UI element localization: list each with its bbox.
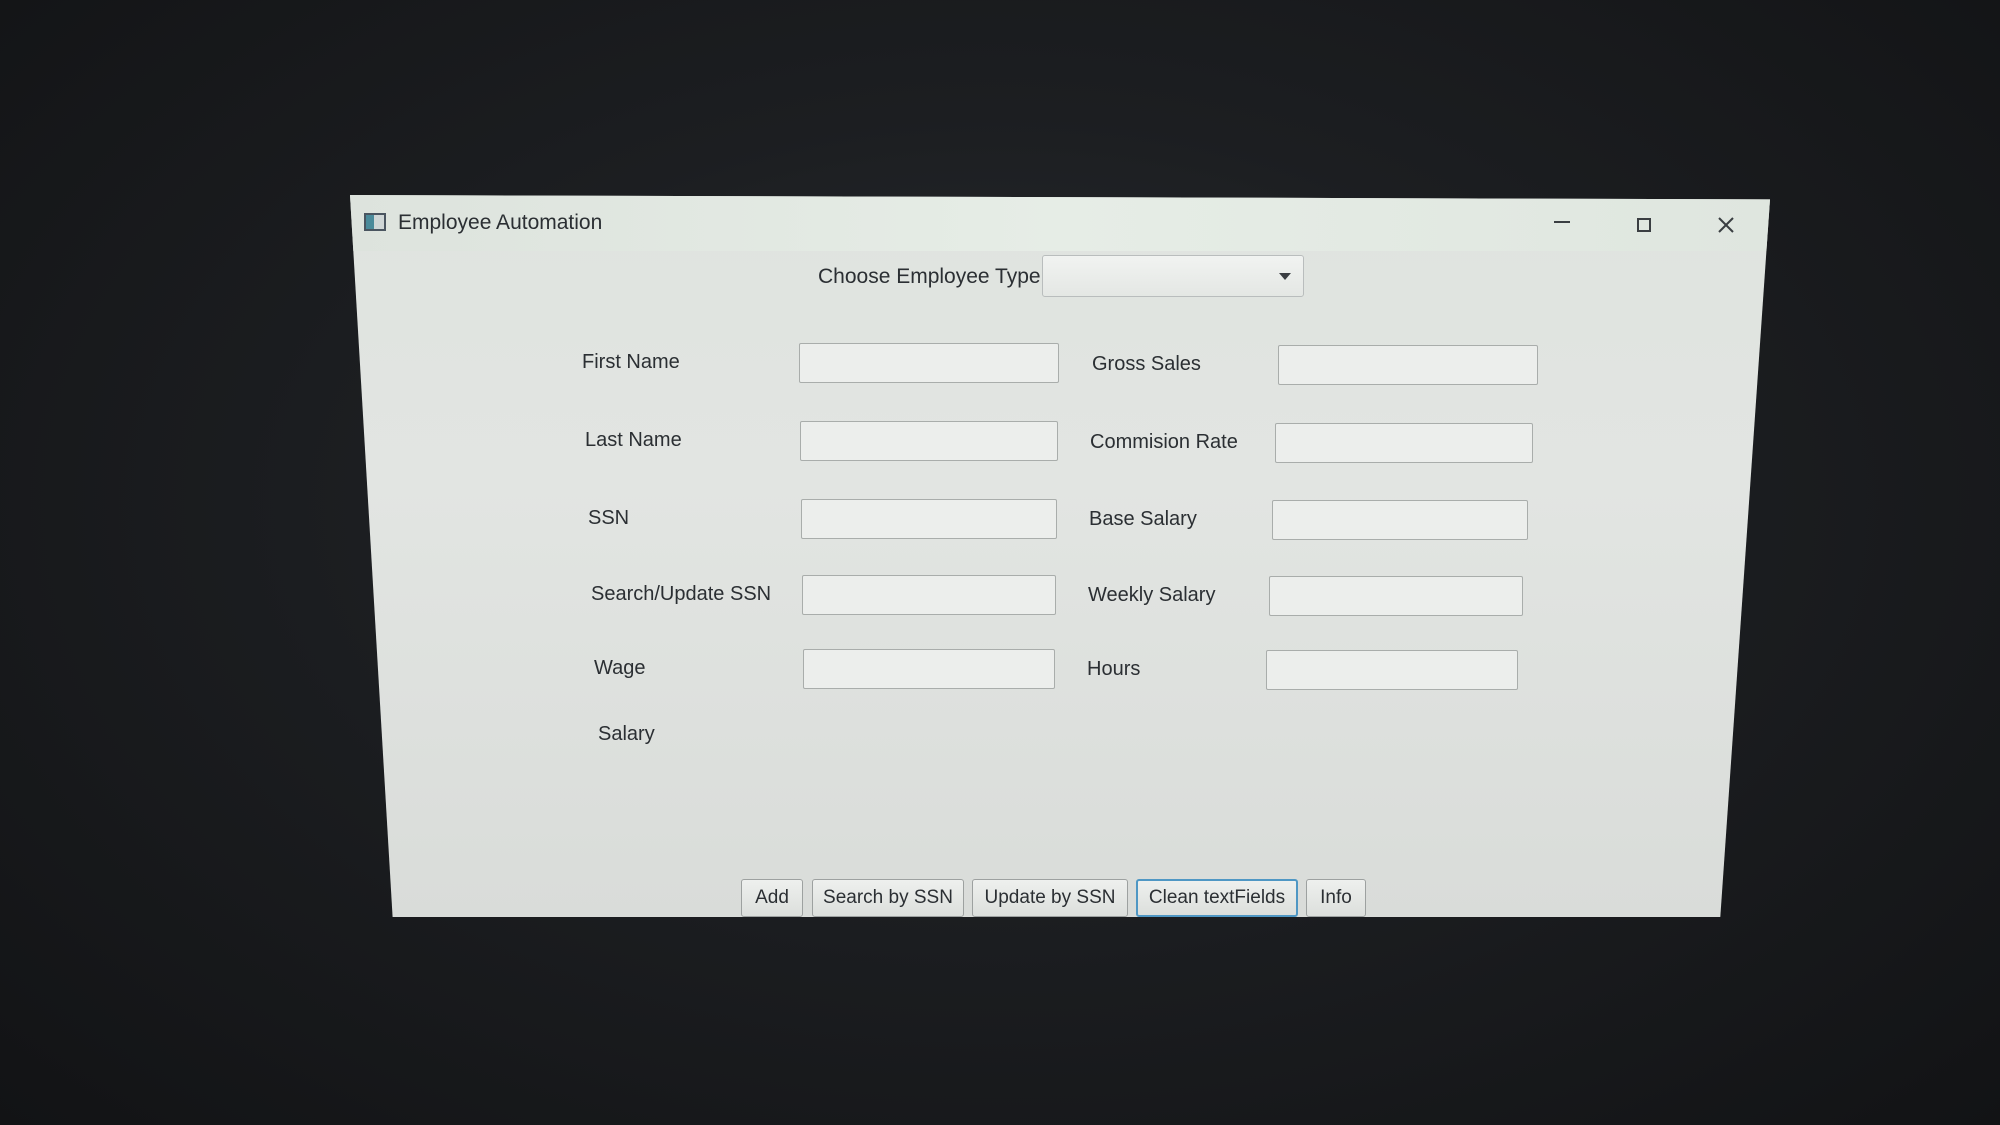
base-salary-label: Base Salary [1089, 508, 1197, 530]
chevron-down-icon [1279, 273, 1291, 280]
minimize-button[interactable] [1542, 209, 1582, 241]
search-update-ssn-field[interactable] [802, 575, 1056, 615]
commision-rate-label: Commision Rate [1090, 431, 1238, 453]
last-name-field[interactable] [800, 421, 1058, 461]
desktop-background: Employee Automation Choose Employee Type… [0, 0, 2000, 1125]
search-update-ssn-label: Search/Update SSN [591, 583, 772, 605]
weekly-salary-label: Weekly Salary [1088, 584, 1216, 606]
minimize-icon [1554, 221, 1570, 223]
close-icon [1718, 217, 1734, 233]
maximize-button[interactable] [1624, 209, 1664, 241]
hours-label: Hours [1087, 658, 1141, 680]
add-button[interactable]: Add [741, 879, 803, 917]
window-title: Employee Automation [398, 211, 603, 234]
hours-field[interactable] [1266, 650, 1518, 690]
first-name-field[interactable] [799, 343, 1059, 383]
employee-automation-window: Employee Automation Choose Employee Type… [350, 195, 1770, 917]
info-button[interactable]: Info [1306, 879, 1366, 917]
wage-label: Wage [594, 657, 646, 679]
search-by-ssn-button[interactable]: Search by SSN [812, 879, 964, 917]
last-name-label: Last Name [585, 429, 682, 451]
ssn-field[interactable] [801, 499, 1057, 539]
salary-label: Salary [598, 723, 655, 745]
maximize-icon [1637, 218, 1651, 232]
gross-sales-label: Gross Sales [1092, 353, 1201, 375]
clean-textfields-button[interactable]: Clean textFields [1136, 879, 1298, 917]
title-bar[interactable]: Employee Automation [350, 195, 1770, 251]
wage-field[interactable] [803, 649, 1055, 689]
update-by-ssn-button[interactable]: Update by SSN [972, 879, 1128, 917]
employee-type-label: Choose Employee Type [818, 265, 1041, 288]
app-icon [364, 213, 386, 231]
ssn-label: SSN [588, 507, 630, 529]
gross-sales-field[interactable] [1278, 345, 1538, 385]
close-button[interactable] [1706, 209, 1746, 241]
first-name-label: First Name [582, 351, 680, 373]
base-salary-field[interactable] [1272, 500, 1528, 540]
commision-rate-field[interactable] [1275, 423, 1533, 463]
weekly-salary-field[interactable] [1269, 576, 1523, 616]
employee-type-dropdown[interactable] [1042, 255, 1304, 297]
